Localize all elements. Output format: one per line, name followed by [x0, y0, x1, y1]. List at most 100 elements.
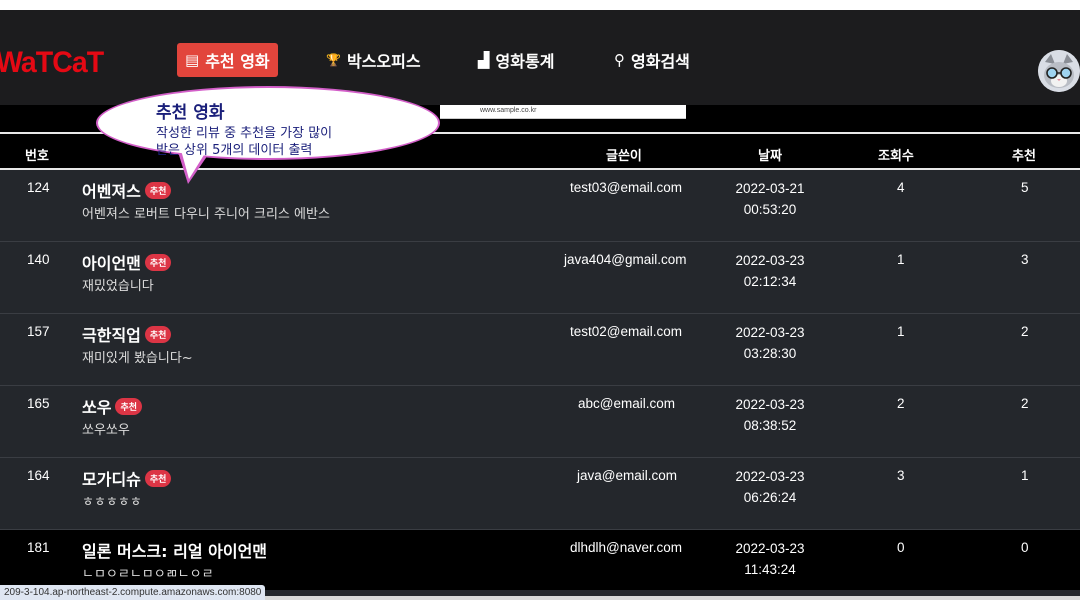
row-date-day: 2022-03-23	[735, 253, 805, 268]
callout-title: 추천 영화	[156, 103, 225, 123]
row-content: 재밌었습니다	[82, 279, 154, 294]
row-date-time: 08:38:52	[743, 418, 797, 433]
site-logo[interactable]: WaTCaT	[0, 46, 104, 80]
row-title[interactable]: 극한직업	[82, 322, 141, 346]
row-title-line[interactable]: 어벤져스 추천	[82, 178, 172, 202]
row-date-day: 2022-03-23	[735, 397, 805, 412]
banner-text: www.sample.co.kr	[480, 107, 537, 114]
row-views: 4	[897, 180, 905, 195]
row-num: 124	[27, 180, 50, 195]
review-table: 번호 글쓴이 날짜 조회수 추천 124 어벤져스 추천 어벤져스 로버트 다우…	[0, 132, 1080, 600]
recommend-badge: 추천	[115, 397, 143, 415]
row-date-time: 02:12:34	[743, 274, 797, 289]
row-content: 어벤져스 로버트 다우니 주니어 크리스 에반스	[82, 207, 330, 222]
header-recommend: 추천	[1012, 149, 1036, 164]
row-date-day: 2022-03-23	[735, 325, 805, 340]
row-date: 2022-03-23 08:38:52	[710, 394, 830, 436]
row-num: 181	[27, 540, 50, 555]
nav-movie-search[interactable]: ⚲ 영화검색	[606, 43, 698, 77]
row-views: 1	[897, 324, 905, 339]
header-writer: 글쓴이	[606, 149, 642, 164]
bar-chart-icon: ▟	[478, 51, 490, 69]
row-num: 165	[27, 396, 50, 411]
row-title-line[interactable]: 극한직업 추천	[82, 322, 172, 346]
row-recommend: 5	[1021, 180, 1029, 195]
row-recommend: 0	[1021, 540, 1029, 555]
table-row[interactable]: 164 모가디슈 추천 ㅎㅎㅎㅎㅎ java@email.com 2022-03…	[0, 458, 1080, 530]
row-num: 157	[27, 324, 50, 339]
row-date-day: 2022-03-23	[735, 541, 805, 556]
row-writer: java@email.com	[577, 468, 677, 483]
row-title-line[interactable]: 쏘우 추천	[82, 394, 143, 418]
row-date-day: 2022-03-21	[735, 181, 805, 196]
row-recommend: 2	[1021, 396, 1029, 411]
list-icon: ▤	[185, 51, 200, 69]
row-date-time: 03:28:30	[743, 346, 797, 361]
recommend-badge: 추천	[144, 181, 172, 199]
row-title-line[interactable]: 모가디슈 추천	[82, 466, 172, 490]
banner-image	[440, 105, 686, 119]
horizontal-scrollbar[interactable]	[265, 596, 1080, 600]
header-views: 조회수	[878, 149, 914, 164]
callout-line-2: 받은 상위 5개의 데이터 출력	[156, 143, 313, 158]
row-title[interactable]: 쏘우	[82, 394, 111, 418]
row-num: 164	[27, 468, 50, 483]
nav-movie-stats[interactable]: ▟ 영화통계	[470, 43, 562, 77]
recommend-badge: 추천	[144, 253, 172, 271]
row-date: 2022-03-23 06:26:24	[710, 466, 830, 508]
row-views: 2	[897, 396, 905, 411]
row-recommend: 1	[1021, 468, 1029, 483]
row-date-day: 2022-03-23	[735, 469, 805, 484]
cat-avatar-icon	[1038, 50, 1080, 92]
row-writer: dlhdlh@naver.com	[570, 540, 683, 555]
row-date-time: 06:26:24	[743, 490, 797, 505]
trophy-icon: 🏆	[326, 53, 341, 67]
row-date: 2022-03-23 02:12:34	[710, 250, 830, 292]
table-row[interactable]: 140 아이언맨 추천 재밌었습니다 java404@gmail.com 202…	[0, 242, 1080, 314]
row-content: ㄴㅁㅇㄹㄴㅁㅇㄻㄴㅇㄹ	[82, 567, 214, 582]
table-row[interactable]: 181 일론 머스크: 리얼 아이언맨 ㄴㅁㅇㄹㄴㅁㅇㄻㄴㅇㄹ dlhdlh@n…	[0, 530, 1080, 590]
top-white-band	[0, 0, 1080, 10]
row-recommend: 2	[1021, 324, 1029, 339]
row-writer: test02@email.com	[570, 324, 682, 339]
nav-movie-stats-label: 영화통계	[495, 52, 555, 71]
row-recommend: 3	[1021, 252, 1029, 267]
row-writer: abc@email.com	[578, 396, 675, 411]
user-avatar[interactable]	[1038, 50, 1080, 92]
navbar: WaTCaT ▤ 추천 영화 🏆 박스오피스 ▟ 영화통계 ⚲ 영화검색	[0, 10, 1080, 105]
nav-box-office[interactable]: 🏆 박스오피스	[318, 43, 429, 77]
row-date: 2022-03-21 00:53:20	[710, 178, 830, 220]
table-row[interactable]: 157 극한직업 추천 재미있게 봤습니다~ test02@email.com …	[0, 314, 1080, 386]
header-date: 날짜	[758, 149, 782, 164]
row-date-time: 11:43:24	[744, 562, 796, 577]
row-writer: java404@gmail.com	[564, 252, 687, 267]
row-content: ㅎㅎㅎㅎㅎ	[82, 495, 142, 510]
status-bar-url: 209-3-104.ap-northeast-2.compute.amazona…	[0, 585, 266, 600]
search-icon: ⚲	[614, 51, 625, 69]
row-date-time: 00:53:20	[743, 202, 797, 217]
row-views: 0	[897, 540, 905, 555]
nav-recommend-movies[interactable]: ▤ 추천 영화	[177, 43, 278, 77]
table-row[interactable]: 124 어벤져스 추천 어벤져스 로버트 다우니 주니어 크리스 에반스 tes…	[0, 170, 1080, 242]
row-views: 3	[897, 468, 905, 483]
nav-movie-search-label: 영화검색	[631, 52, 690, 71]
row-num: 140	[27, 252, 50, 267]
row-title[interactable]: 어벤져스	[82, 178, 141, 202]
row-title[interactable]: 아이언맨	[82, 250, 141, 274]
table-row[interactable]: 165 쏘우 추천 쏘우쏘우 abc@email.com 2022-03-23 …	[0, 386, 1080, 458]
row-views: 1	[897, 252, 905, 267]
row-content: 쏘우쏘우	[82, 423, 130, 438]
row-title-line[interactable]: 아이언맨 추천	[82, 250, 172, 274]
recommend-badge: 추천	[144, 469, 172, 487]
row-title[interactable]: 일론 머스크: 리얼 아이언맨	[82, 538, 267, 562]
nav-box-office-label: 박스오피스	[346, 52, 421, 71]
header-num: 번호	[25, 149, 49, 164]
row-content: 재미있게 봤습니다~	[82, 351, 193, 366]
row-date: 2022-03-23 03:28:30	[710, 322, 830, 364]
row-title-line[interactable]: 일론 머스크: 리얼 아이언맨	[82, 538, 267, 562]
nav-recommend-label: 추천 영화	[205, 52, 270, 71]
recommend-badge: 추천	[144, 325, 172, 343]
row-title[interactable]: 모가디슈	[82, 466, 141, 490]
row-date: 2022-03-23 11:43:24	[710, 538, 830, 580]
row-writer: test03@email.com	[570, 180, 682, 195]
